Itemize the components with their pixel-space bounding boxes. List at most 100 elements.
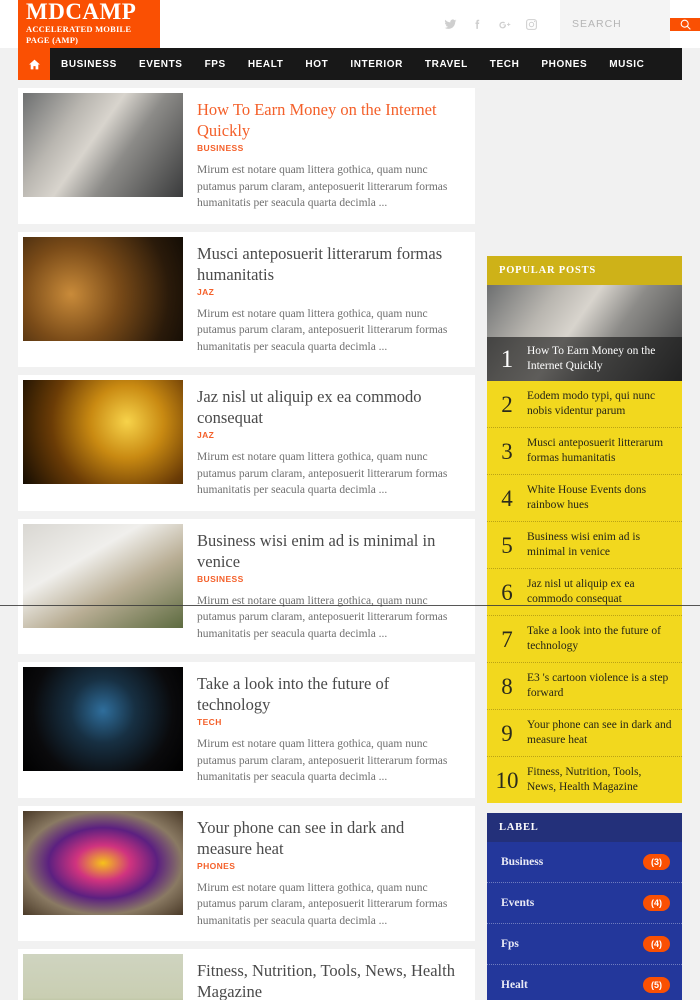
instagram-icon[interactable] bbox=[525, 18, 538, 31]
popular-posts-list: 2 Eodem modo typi, qui nunc nobis vident… bbox=[487, 381, 682, 803]
nav-item-interior[interactable]: INTERIOR bbox=[339, 48, 414, 80]
popular-post-item[interactable]: 7 Take a look into the future of technol… bbox=[487, 616, 682, 663]
popular-post-rank: 9 bbox=[501, 720, 513, 746]
post-body: Musci anteposuerit litterarum formas hum… bbox=[183, 232, 475, 368]
search-button[interactable] bbox=[670, 17, 700, 31]
popular-post-rank: 2 bbox=[501, 391, 513, 417]
google-plus-icon[interactable] bbox=[498, 18, 511, 31]
nav-item-travel[interactable]: TRAVEL bbox=[414, 48, 479, 80]
popular-post-item[interactable]: 8 E3 's cartoon violence is a step forwa… bbox=[487, 663, 682, 710]
popular-post-title[interactable]: E3 's cartoon violence is a step forward bbox=[527, 671, 672, 701]
popular-post-item[interactable]: 4 White House Events dons rainbow hues bbox=[487, 475, 682, 522]
popular-post-item[interactable]: 3 Musci anteposuerit litterarum formas h… bbox=[487, 428, 682, 475]
post-thumbnail[interactable] bbox=[23, 380, 183, 484]
nav-item-fps[interactable]: FPS bbox=[194, 48, 237, 80]
post-title[interactable]: Your phone can see in dark and measure h… bbox=[197, 817, 463, 859]
nav-item-hot[interactable]: HOT bbox=[294, 48, 339, 80]
post-category[interactable]: JAZ bbox=[197, 287, 463, 297]
popular-post-title[interactable]: Your phone can see in dark and measure h… bbox=[527, 718, 672, 748]
post-body: Business wisi enim ad is minimal in veni… bbox=[183, 519, 475, 655]
popular-post-title[interactable]: Eodem modo typi, qui nunc nobis videntur… bbox=[527, 389, 672, 419]
post-title[interactable]: Musci anteposuerit litterarum formas hum… bbox=[197, 243, 463, 285]
label-count-badge: (3) bbox=[643, 854, 670, 870]
nav-home-button[interactable] bbox=[18, 48, 50, 80]
post-item[interactable]: How To Earn Money on the Internet Quickl… bbox=[18, 88, 475, 224]
label-count-badge: (4) bbox=[643, 936, 670, 952]
post-snippet: Mirum est notare quam littera gothica, q… bbox=[197, 881, 448, 927]
main-nav-container: BUSINESS EVENTS FPS HEALT HOT INTERIOR T… bbox=[0, 48, 700, 80]
post-list: How To Earn Money on the Internet Quickl… bbox=[18, 88, 475, 1000]
post-title[interactable]: Take a look into the future of technolog… bbox=[197, 673, 463, 715]
popular-post-item[interactable]: 6 Jaz nisl ut aliquip ex ea commodo cons… bbox=[487, 569, 682, 616]
label-name: Healt bbox=[501, 979, 528, 991]
popular-post-rank: 6 bbox=[501, 579, 513, 605]
post-item[interactable]: Musci anteposuerit litterarum formas hum… bbox=[18, 231, 475, 368]
popular-post-item[interactable]: 5 Business wisi enim ad is minimal in ve… bbox=[487, 522, 682, 569]
popular-post-rank: 8 bbox=[501, 673, 513, 699]
popular-post-item[interactable]: 10 Fitness, Nutrition, Tools, News, Heal… bbox=[487, 757, 682, 803]
popular-post-title[interactable]: How To Earn Money on the Internet Quickl… bbox=[527, 344, 672, 374]
post-item[interactable]: Your phone can see in dark and measure h… bbox=[18, 805, 475, 941]
label-item-business[interactable]: Business (3) bbox=[487, 842, 682, 883]
nav-item-music[interactable]: MUSIC bbox=[598, 48, 655, 80]
post-category[interactable]: PHONES bbox=[197, 861, 463, 871]
post-item[interactable]: Business wisi enim ad is minimal in veni… bbox=[18, 518, 475, 655]
post-thumbnail[interactable] bbox=[23, 236, 183, 341]
main-nav: BUSINESS EVENTS FPS HEALT HOT INTERIOR T… bbox=[18, 48, 682, 80]
search-form bbox=[560, 0, 670, 48]
nav-item-events[interactable]: EVENTS bbox=[128, 48, 194, 80]
popular-post-featured[interactable]: 1 How To Earn Money on the Internet Quic… bbox=[487, 285, 682, 381]
post-item[interactable]: Jaz nisl ut aliquip ex ea commodo conseq… bbox=[18, 375, 475, 511]
post-title[interactable]: Fitness, Nutrition, Tools, News, Health … bbox=[197, 960, 463, 1000]
post-body: Take a look into the future of technolog… bbox=[183, 662, 475, 798]
post-thumbnail[interactable] bbox=[23, 954, 183, 1000]
nav-item-healt[interactable]: HEALT bbox=[237, 48, 295, 80]
post-body: How To Earn Money on the Internet Quickl… bbox=[183, 88, 475, 224]
logo-title: MDCAMP bbox=[26, 0, 137, 24]
popular-post-title[interactable]: Business wisi enim ad is minimal in veni… bbox=[527, 530, 672, 560]
label-item-events[interactable]: Events (4) bbox=[487, 883, 682, 924]
twitter-icon[interactable] bbox=[444, 18, 457, 31]
social-links bbox=[444, 18, 560, 31]
popular-post-item[interactable]: 2 Eodem modo typi, qui nunc nobis vident… bbox=[487, 381, 682, 428]
home-icon bbox=[28, 59, 40, 69]
search-input[interactable] bbox=[560, 0, 670, 48]
label-name: Business bbox=[501, 856, 544, 868]
popular-post-title[interactable]: Musci anteposuerit litterarum formas hum… bbox=[527, 436, 672, 466]
popular-post-title[interactable]: Fitness, Nutrition, Tools, News, Health … bbox=[527, 765, 672, 795]
post-thumbnail[interactable] bbox=[23, 667, 183, 771]
post-thumbnail[interactable] bbox=[23, 523, 183, 628]
post-title[interactable]: How To Earn Money on the Internet Quickl… bbox=[197, 99, 463, 141]
site-logo[interactable]: MDCAMP ACCELERATED MOBILE PAGE (AMP) bbox=[18, 0, 160, 48]
popular-post-item[interactable]: 9 Your phone can see in dark and measure… bbox=[487, 710, 682, 757]
label-item-fps[interactable]: Fps (4) bbox=[487, 924, 682, 965]
label-count-badge: (4) bbox=[643, 895, 670, 911]
post-body: Fitness, Nutrition, Tools, News, Health … bbox=[183, 949, 475, 1000]
post-category[interactable]: TECH bbox=[197, 717, 463, 727]
popular-post-rank: 3 bbox=[501, 438, 513, 464]
post-title[interactable]: Jaz nisl ut aliquip ex ea commodo conseq… bbox=[197, 386, 463, 428]
popular-post-rank: 4 bbox=[501, 485, 513, 511]
popular-post-featured-overlay: 1 How To Earn Money on the Internet Quic… bbox=[487, 337, 682, 381]
post-item[interactable]: Take a look into the future of technolog… bbox=[18, 662, 475, 798]
popular-post-title[interactable]: Jaz nisl ut aliquip ex ea commodo conseq… bbox=[527, 577, 672, 607]
nav-item-tech[interactable]: TECH bbox=[479, 48, 531, 80]
post-title[interactable]: Business wisi enim ad is minimal in veni… bbox=[197, 530, 463, 572]
post-category[interactable]: BUSINESS bbox=[197, 574, 463, 584]
popular-post-rank: 1 bbox=[500, 345, 514, 373]
label-widget: LABEL Business (3) Events (4) Fps (4) He… bbox=[487, 813, 682, 1000]
label-heading: LABEL bbox=[487, 813, 682, 842]
post-thumbnail[interactable] bbox=[23, 810, 183, 915]
post-category[interactable]: JAZ bbox=[197, 430, 463, 440]
label-item-healt[interactable]: Healt (5) bbox=[487, 965, 682, 1000]
popular-post-title[interactable]: White House Events dons rainbow hues bbox=[527, 483, 672, 513]
popular-post-rank: 7 bbox=[501, 626, 513, 652]
post-thumbnail[interactable] bbox=[23, 93, 183, 197]
post-item[interactable]: Fitness, Nutrition, Tools, News, Health … bbox=[18, 949, 475, 1000]
popular-post-rank: 5 bbox=[501, 532, 513, 558]
post-category[interactable]: BUSINESS bbox=[197, 143, 463, 153]
nav-item-phones[interactable]: PHONES bbox=[530, 48, 598, 80]
nav-item-business[interactable]: BUSINESS bbox=[50, 48, 128, 80]
facebook-icon[interactable] bbox=[471, 18, 484, 31]
popular-post-title[interactable]: Take a look into the future of technolog… bbox=[527, 624, 672, 654]
